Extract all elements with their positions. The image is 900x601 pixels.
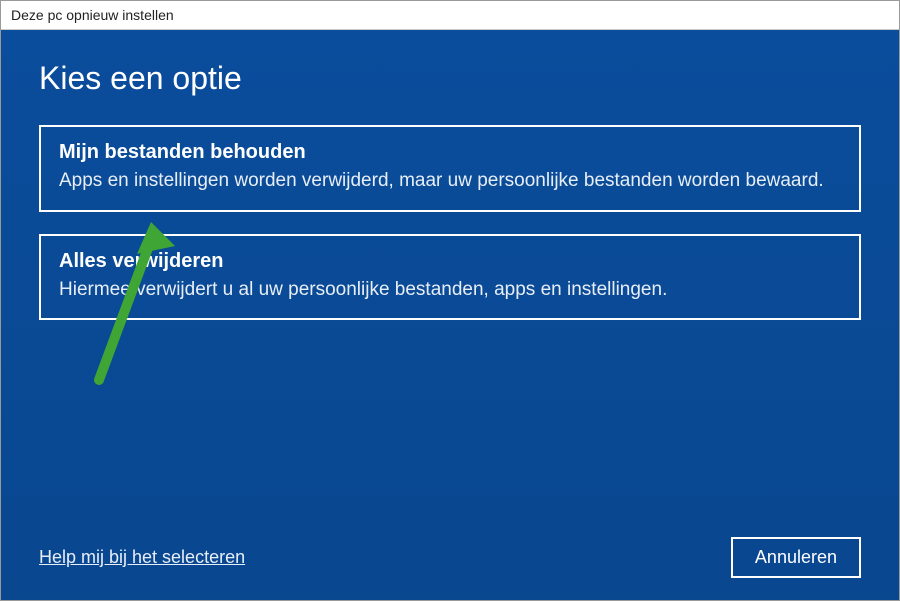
option-remove-everything[interactable]: Alles verwijderen Hiermee verwijdert u a… bbox=[39, 234, 861, 321]
option-remove-everything-title: Alles verwijderen bbox=[59, 250, 841, 273]
dialog-content: Kies een optie Mijn bestanden behouden A… bbox=[1, 30, 899, 600]
option-keep-files-title: Mijn bestanden behouden bbox=[59, 141, 841, 164]
cancel-button[interactable]: Annuleren bbox=[731, 537, 861, 578]
reset-pc-dialog: Deze pc opnieuw instellen Kies een optie… bbox=[0, 0, 900, 601]
option-remove-everything-desc: Hiermee verwijdert u al uw persoonlijke … bbox=[59, 277, 841, 303]
page-title: Kies een optie bbox=[39, 60, 861, 97]
window-title: Deze pc opnieuw instellen bbox=[1, 1, 899, 30]
option-keep-files[interactable]: Mijn bestanden behouden Apps en instelli… bbox=[39, 125, 861, 212]
help-link[interactable]: Help mij bij het selecteren bbox=[39, 547, 245, 568]
option-keep-files-desc: Apps en instellingen worden verwijderd, … bbox=[59, 168, 841, 194]
dialog-footer: Help mij bij het selecteren Annuleren bbox=[39, 537, 861, 578]
